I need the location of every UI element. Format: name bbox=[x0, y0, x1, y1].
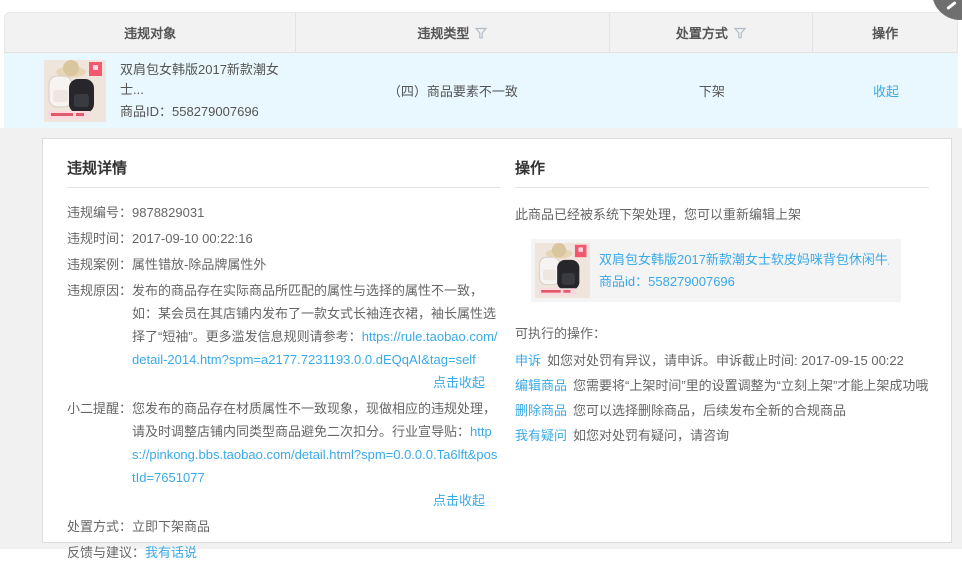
field-value: 立即下架商品 bbox=[132, 515, 500, 538]
violation-detail-panel: 违规详情 违规编号： 9878829031 违规时间： 2017-09-10 0… bbox=[67, 151, 500, 532]
product-title: 双肩包女韩版2017新款潮女士... bbox=[120, 60, 296, 100]
field-value: 属性错放-除品牌属性外 bbox=[132, 253, 500, 276]
column-label: 操作 bbox=[872, 23, 898, 42]
product-card-title-link[interactable]: 双肩包女韩版2017新款潮女士软皮妈咪背包休闲牛皮时 bbox=[599, 249, 889, 271]
question-link[interactable]: 我有疑问 bbox=[515, 428, 567, 443]
filter-icon[interactable] bbox=[734, 27, 746, 39]
action-appeal: 申诉如您对处罚有异议，请申诉。申诉截止时间: 2017-09-15 00:22 bbox=[515, 348, 929, 373]
column-header-disposal: 处置方式 bbox=[610, 13, 814, 52]
appeal-desc: 如您对处罚有异议，请申诉。申诉截止时间: 2017-09-15 00:22 bbox=[547, 353, 904, 368]
product-summary: 双肩包女韩版2017新款潮女士... 商品ID：558279007696 bbox=[120, 60, 296, 122]
action-edit-item: 编辑商品您需要将“上架时间”里的设置调整为“立刻上架”才能上架成功哦 bbox=[515, 373, 929, 398]
delete-item-desc: 您可以选择删除商品，后续发布全新的合规商品 bbox=[573, 403, 846, 418]
product-image bbox=[535, 243, 590, 298]
field-label: 反馈与建议： bbox=[67, 541, 145, 564]
filter-icon[interactable] bbox=[475, 27, 487, 39]
appeal-link[interactable]: 申诉 bbox=[515, 353, 541, 368]
violation-reason-field: 违规原因： 发布的商品存在实际商品所匹配的属性与选择的属性不一致，如：某会员在其… bbox=[67, 279, 500, 394]
feedback-field: 反馈与建议： 我有话说 bbox=[67, 541, 500, 564]
column-header-violation-type: 违规类型 bbox=[296, 13, 609, 52]
disposal-method-field: 处置方式： 立即下架商品 bbox=[67, 515, 500, 538]
operation-panel-title: 操作 bbox=[515, 157, 929, 188]
product-id-value: 558279007696 bbox=[172, 104, 259, 119]
field-label: 小二提醒： bbox=[67, 397, 132, 512]
detail-box: 违规详情 违规编号： 9878829031 违规时间： 2017-09-10 0… bbox=[42, 138, 952, 543]
product-card: 双肩包女韩版2017新款潮女士软皮妈咪背包休闲牛皮时 商品id：55827900… bbox=[531, 239, 901, 302]
edit-item-link[interactable]: 编辑商品 bbox=[515, 378, 567, 393]
column-header-violation-object: 违规对象 bbox=[5, 13, 296, 52]
delete-item-link[interactable]: 删除商品 bbox=[515, 403, 567, 418]
field-value: 2017-09-10 00:22:16 bbox=[132, 227, 500, 250]
violation-type-cell: （四）商品要素不一致 bbox=[296, 53, 610, 128]
feedback-link[interactable]: 我有话说 bbox=[145, 545, 197, 560]
collapse-reason-link[interactable]: 点击收起 bbox=[433, 375, 485, 390]
column-label: 处置方式 bbox=[676, 23, 728, 42]
operation-panel: 操作 此商品已经被系统下架处理，您可以重新编辑上架 bbox=[515, 151, 929, 532]
field-value: 9878829031 bbox=[132, 201, 500, 224]
product-card-text: 双肩包女韩版2017新款潮女士软皮妈咪背包休闲牛皮时 商品id：55827900… bbox=[599, 249, 889, 293]
field-label: 违规原因： bbox=[67, 279, 132, 394]
edit-item-desc: 您需要将“上架时间”里的设置调整为“立刻上架”才能上架成功哦 bbox=[573, 378, 928, 393]
violation-case-field: 违规案例： 属性错放-除品牌属性外 bbox=[67, 253, 500, 276]
violation-object-cell: 双肩包女韩版2017新款潮女士... 商品ID：558279007696 bbox=[4, 53, 296, 128]
expanded-detail-area: 违规详情 违规编号： 9878829031 违规时间： 2017-09-10 0… bbox=[0, 128, 962, 549]
pencil-icon bbox=[946, 1, 957, 10]
field-label: 违规时间： bbox=[67, 227, 132, 250]
operation-intro: 此商品已经被系统下架处理，您可以重新编辑上架 bbox=[515, 203, 929, 226]
product-image bbox=[44, 60, 106, 122]
violation-time-field: 违规时间： 2017-09-10 00:22:16 bbox=[67, 227, 500, 250]
field-label: 违规编号： bbox=[67, 201, 132, 224]
staff-reminder-field: 小二提醒： 您发布的商品存在材质属性不一致现象，现做相应的违规处理，请及时调整店… bbox=[67, 397, 500, 512]
product-card-id-label: 商品id： bbox=[599, 274, 648, 289]
action-question: 我有疑问如您对处罚有疑问，请咨询 bbox=[515, 423, 929, 448]
field-label: 违规案例： bbox=[67, 253, 132, 276]
field-label: 处置方式： bbox=[67, 515, 132, 538]
violation-number-field: 违规编号： 9878829031 bbox=[67, 201, 500, 224]
product-id-label: 商品ID： bbox=[120, 104, 172, 119]
collapse-row-link-cell: 收起 bbox=[814, 53, 958, 128]
column-label: 违规对象 bbox=[124, 23, 176, 42]
field-value: 您发布的商品存在材质属性不一致现象，现做相应的违规处理，请及时调整店铺内同类型商… bbox=[132, 397, 500, 512]
collapse-reminder-link[interactable]: 点击收起 bbox=[433, 493, 485, 508]
column-header-operation: 操作 bbox=[813, 13, 957, 52]
violation-table-header: 违规对象 违规类型 处置方式 操作 bbox=[4, 12, 958, 53]
collapse-row-link[interactable]: 收起 bbox=[873, 81, 899, 100]
violation-row: 双肩包女韩版2017新款潮女士... 商品ID：558279007696 （四）… bbox=[4, 53, 958, 128]
executable-actions-title: 可执行的操作： bbox=[515, 322, 929, 345]
violation-detail-title: 违规详情 bbox=[67, 157, 500, 188]
reminder-text: 您发布的商品存在材质属性不一致现象，现做相应的违规处理，请及时调整店铺内同类型商… bbox=[132, 401, 496, 439]
product-card-id-value: 558279007696 bbox=[648, 274, 735, 289]
disposal-cell: 下架 bbox=[610, 53, 814, 128]
column-label: 违规类型 bbox=[417, 23, 469, 42]
product-card-id-line[interactable]: 商品id：558279007696 bbox=[599, 274, 735, 289]
question-desc: 如您对处罚有疑问，请咨询 bbox=[573, 428, 729, 443]
action-delete-item: 删除商品您可以选择删除商品，后续发布全新的合规商品 bbox=[515, 398, 929, 423]
field-value: 发布的商品存在实际商品所匹配的属性与选择的属性不一致，如：某会员在其店铺内发布了… bbox=[132, 279, 500, 394]
product-id-line: 商品ID：558279007696 bbox=[120, 102, 296, 122]
